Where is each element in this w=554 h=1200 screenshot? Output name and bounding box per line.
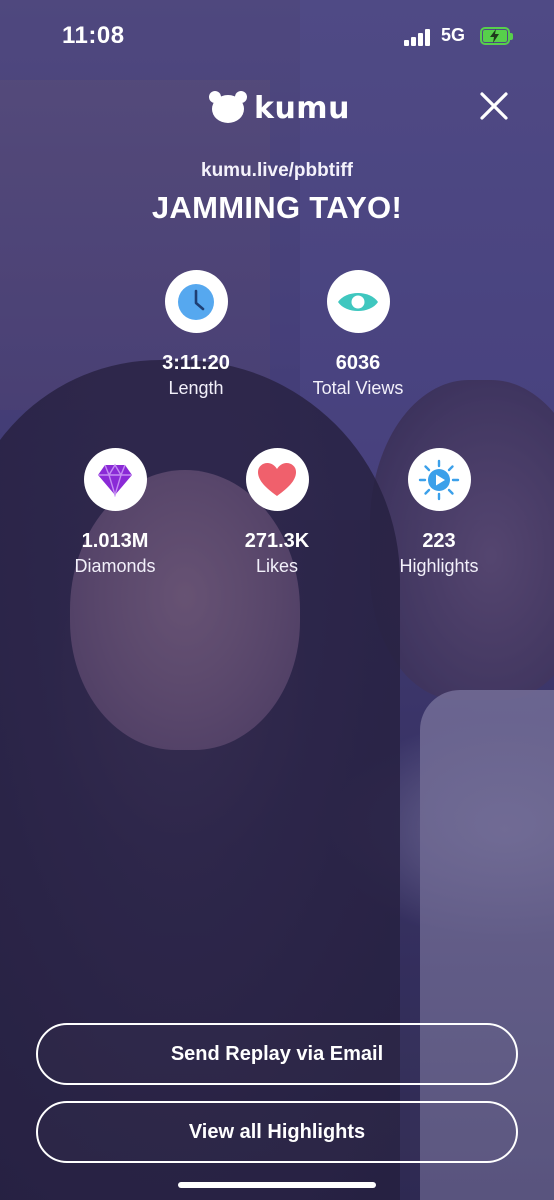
stream-summary-screen: 11:08 5G kumu kumu.live/pbbtiff JAMMING … — [0, 0, 554, 1200]
stat-likes-label: Likes — [255, 556, 299, 576]
stat-diamonds-value: 1.013M — [81, 530, 149, 552]
eye-icon — [338, 292, 378, 311]
stream-title: JAMMING TAYO! — [151, 190, 403, 225]
view-all-highlights-button[interactable]: View all Highlights — [36, 1101, 518, 1163]
home-indicator[interactable] — [178, 1182, 376, 1188]
network-type: 5G — [441, 25, 466, 45]
stat-highlights: 223 Highlights — [359, 448, 519, 577]
cellular-signal-icon — [404, 28, 434, 46]
kumu-bear-icon — [209, 91, 247, 123]
stat-highlights-badge — [407, 448, 471, 511]
stat-views-value: 6036 — [335, 352, 381, 374]
stat-likes: 271.3K Likes — [197, 448, 357, 577]
logo-text: kumu — [254, 90, 350, 126]
stat-views-badge — [326, 270, 390, 333]
clock-icon — [178, 283, 214, 320]
close-icon — [480, 92, 508, 120]
stat-length-badge — [164, 270, 228, 333]
status-time: 11:08 — [62, 22, 125, 49]
stream-url: kumu.live/pbbtiff — [201, 160, 353, 181]
status-bar: 11:08 5G — [0, 0, 554, 72]
kumu-logo: kumu — [208, 88, 350, 128]
heart-icon — [258, 462, 296, 496]
highlight-play-icon — [418, 459, 460, 500]
stat-likes-badge — [245, 448, 309, 511]
stat-length-value: 3:11:20 — [162, 352, 230, 374]
stat-diamonds-badge — [83, 448, 147, 511]
stat-likes-value: 271.3K — [244, 530, 310, 552]
stat-total-views: 6036 Total Views — [278, 270, 438, 399]
stat-diamonds: 1.013M Diamonds — [35, 448, 195, 577]
stat-highlights-value: 223 — [422, 530, 456, 552]
close-button[interactable] — [474, 86, 514, 126]
stat-length-label: Length — [168, 378, 224, 398]
send-replay-email-button[interactable]: Send Replay via Email — [36, 1023, 518, 1085]
stat-highlights-label: Highlights — [399, 556, 479, 576]
stat-diamonds-label: Diamonds — [74, 556, 156, 576]
stat-length: 3:11:20 Length — [116, 270, 276, 399]
diamond-icon — [98, 463, 132, 497]
battery-charging-icon — [480, 27, 513, 45]
stat-views-label: Total Views — [312, 378, 404, 398]
